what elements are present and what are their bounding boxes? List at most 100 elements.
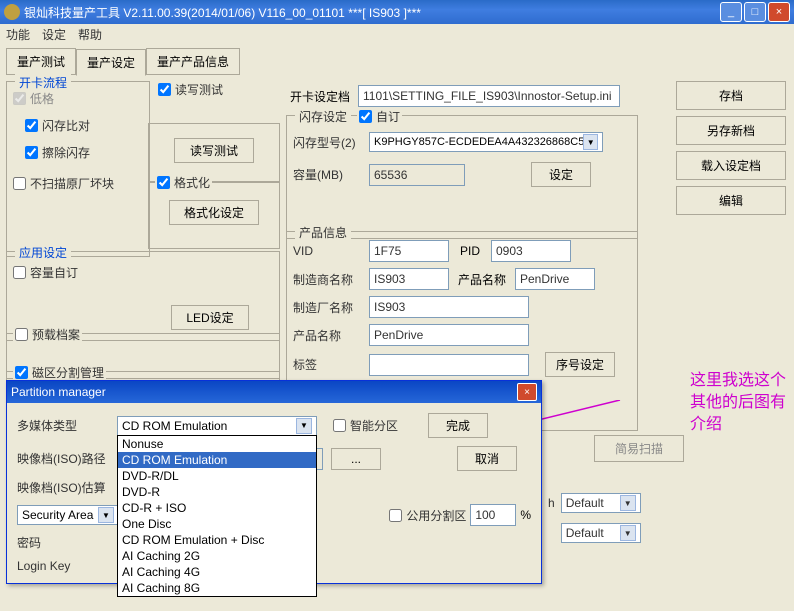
chk-preload[interactable]: 预载档案 xyxy=(13,326,82,343)
product-input2[interactable] xyxy=(369,324,529,346)
dropdown-item[interactable]: Nonuse xyxy=(118,436,316,452)
chk-public-partition[interactable]: 公用分割区 xyxy=(389,507,466,524)
dialog-titlebar: Partition manager × xyxy=(7,381,541,403)
menu-function[interactable]: 功能 xyxy=(6,26,30,43)
label-vendor: 制造商名称 xyxy=(293,271,363,288)
tab-strip: 量产测试 量产设定 量产产品信息 xyxy=(0,44,794,75)
chk-no-scan-bad[interactable]: 不扫描原厂坏块 xyxy=(13,175,143,192)
group-card-process: 开卡流程 低格 闪存比对 擦除闪存 不扫描原厂坏块 xyxy=(6,81,150,257)
chevron-down-icon: ▼ xyxy=(620,495,636,511)
public-partition-input[interactable] xyxy=(470,504,516,526)
setting-file-input[interactable] xyxy=(358,85,620,107)
chk-format[interactable]: 格式化 xyxy=(155,174,212,191)
label-label: 标签 xyxy=(293,356,363,373)
multimedia-type-select[interactable]: CD ROM Emulation▼ xyxy=(117,416,317,436)
product-input[interactable] xyxy=(515,268,595,290)
label-pid: PID xyxy=(455,244,485,258)
format-setting-button[interactable]: 格式化设定 xyxy=(169,200,259,225)
label-h: h xyxy=(548,496,555,510)
minimize-button[interactable]: _ xyxy=(720,2,742,22)
annotation-text: 这里我选这个 其他的后图有 介绍 xyxy=(690,370,786,436)
chk-smart-partition[interactable]: 智能分区 xyxy=(333,417,398,434)
default-select-2[interactable]: Default▼ xyxy=(561,523,641,543)
chevron-down-icon: ▼ xyxy=(620,525,636,541)
browse-button[interactable]: ... xyxy=(331,448,381,470)
save-as-button[interactable]: 另存新档 xyxy=(676,116,786,145)
label-input[interactable] xyxy=(369,354,529,376)
close-button[interactable]: × xyxy=(768,2,790,22)
security-area-select[interactable]: Security Area▼ xyxy=(17,505,119,525)
menu-help[interactable]: 帮助 xyxy=(78,26,102,43)
group-flash-setting: 闪存设定 自订 闪存型号(2) K9PHGY857C-ECDEDEA4A4323… xyxy=(286,115,638,239)
dropdown-item[interactable]: CD-R + ISO xyxy=(118,500,316,516)
menu-settings[interactable]: 设定 xyxy=(42,26,66,43)
label-password: 密码 xyxy=(17,534,117,551)
label-setting-file: 开卡设定档 xyxy=(290,88,350,105)
rw-test-block: 读写测试 xyxy=(158,81,223,98)
label-factory: 制造厂名称 xyxy=(293,299,363,316)
label-capacity: 容量(MB) xyxy=(293,166,363,183)
dropdown-item[interactable]: CD ROM Emulation + Disc xyxy=(118,532,316,548)
done-button[interactable]: 完成 xyxy=(428,413,488,438)
chk-partition-mgmt[interactable]: 磁区分割管理 xyxy=(13,364,106,381)
percent-label: % xyxy=(520,508,531,522)
tab-mp-test[interactable]: 量产测试 xyxy=(6,48,76,75)
factory-input[interactable] xyxy=(369,296,529,318)
save-button[interactable]: 存档 xyxy=(676,81,786,110)
label-iso-estimate: 映像档(ISO)估算 xyxy=(17,479,117,496)
rw-test-button[interactable]: 读写测试 xyxy=(174,138,254,163)
window-title: 银灿科技量产工具 V2.11.00.39(2014/01/06) V116_00… xyxy=(24,4,720,21)
dropdown-item[interactable]: CD ROM Emulation xyxy=(118,452,316,468)
label-flash-model: 闪存型号(2) xyxy=(293,134,363,151)
chevron-down-icon: ▼ xyxy=(98,507,114,523)
tab-mp-settings[interactable]: 量产设定 xyxy=(76,49,146,76)
serial-setting-button[interactable]: 序号设定 xyxy=(545,352,615,377)
group-format: 格式化 格式化设定 xyxy=(148,181,280,249)
cancel-button[interactable]: 取消 xyxy=(457,446,517,471)
chk-flash-compare[interactable]: 闪存比对 xyxy=(25,117,143,134)
load-setting-button[interactable]: 载入设定档 xyxy=(676,151,786,180)
label-vid: VID xyxy=(293,244,363,258)
app-icon xyxy=(4,4,20,20)
capacity-input xyxy=(369,164,465,186)
label-product: 产品名称 xyxy=(455,271,509,288)
dialog-close-button[interactable]: × xyxy=(517,383,537,401)
chevron-down-icon: ▼ xyxy=(296,418,312,434)
chevron-down-icon: ▼ xyxy=(583,134,598,150)
chk-custom[interactable]: 自订 xyxy=(357,108,402,125)
dropdown-item[interactable]: AI Caching 2G xyxy=(118,548,316,564)
group-title: 产品信息 xyxy=(295,224,351,241)
dropdown-item[interactable]: DVD-R/DL xyxy=(118,468,316,484)
pid-input[interactable] xyxy=(491,240,571,262)
label-login-key: Login Key xyxy=(17,559,117,573)
label-product2: 产品名称 xyxy=(293,327,363,344)
menu-bar: 功能 设定 帮助 xyxy=(0,24,794,44)
multimedia-dropdown[interactable]: Nonuse CD ROM Emulation DVD-R/DL DVD-R C… xyxy=(117,435,317,597)
group-title: 应用设定 xyxy=(15,244,71,261)
title-bar: 银灿科技量产工具 V2.11.00.39(2014/01/06) V116_00… xyxy=(0,0,794,24)
simple-scan-button: 简易扫描 xyxy=(594,435,684,462)
group-title: 开卡流程 xyxy=(15,74,71,91)
flash-model-select[interactable]: K9PHGY857C-ECDEDEA4A432326868C5C5-8▼ xyxy=(369,132,603,152)
vendor-input[interactable] xyxy=(369,268,449,290)
edit-button[interactable]: 编辑 xyxy=(676,186,786,215)
dropdown-item[interactable]: AI Caching 4G xyxy=(118,564,316,580)
right-button-column: 存档 另存新档 载入设定档 编辑 xyxy=(676,81,786,215)
label-iso-path: 映像档(ISO)路径 xyxy=(17,450,117,467)
group-title: 闪存设定 xyxy=(295,108,351,125)
set-button[interactable]: 设定 xyxy=(531,162,591,187)
chk-rw-test[interactable]: 读写测试 xyxy=(158,81,223,98)
dropdown-item[interactable]: One Disc xyxy=(118,516,316,532)
setting-file-row: 开卡设定档 xyxy=(290,85,620,107)
default-select-1[interactable]: Default▼ xyxy=(561,493,641,513)
dropdown-item[interactable]: DVD-R xyxy=(118,484,316,500)
chk-capacity-custom[interactable]: 容量自订 xyxy=(13,264,273,281)
dialog-title: Partition manager xyxy=(11,385,517,399)
vid-input[interactable] xyxy=(369,240,449,262)
tab-mp-product-info[interactable]: 量产产品信息 xyxy=(146,48,240,75)
led-setting-button[interactable]: LED设定 xyxy=(171,305,249,330)
maximize-button[interactable]: □ xyxy=(744,2,766,22)
dropdown-item[interactable]: AI Caching 8G xyxy=(118,580,316,596)
partition-manager-dialog: Partition manager × 多媒体类型 CD ROM Emulati… xyxy=(6,380,542,584)
chk-erase-flash[interactable]: 擦除闪存 xyxy=(25,144,143,161)
